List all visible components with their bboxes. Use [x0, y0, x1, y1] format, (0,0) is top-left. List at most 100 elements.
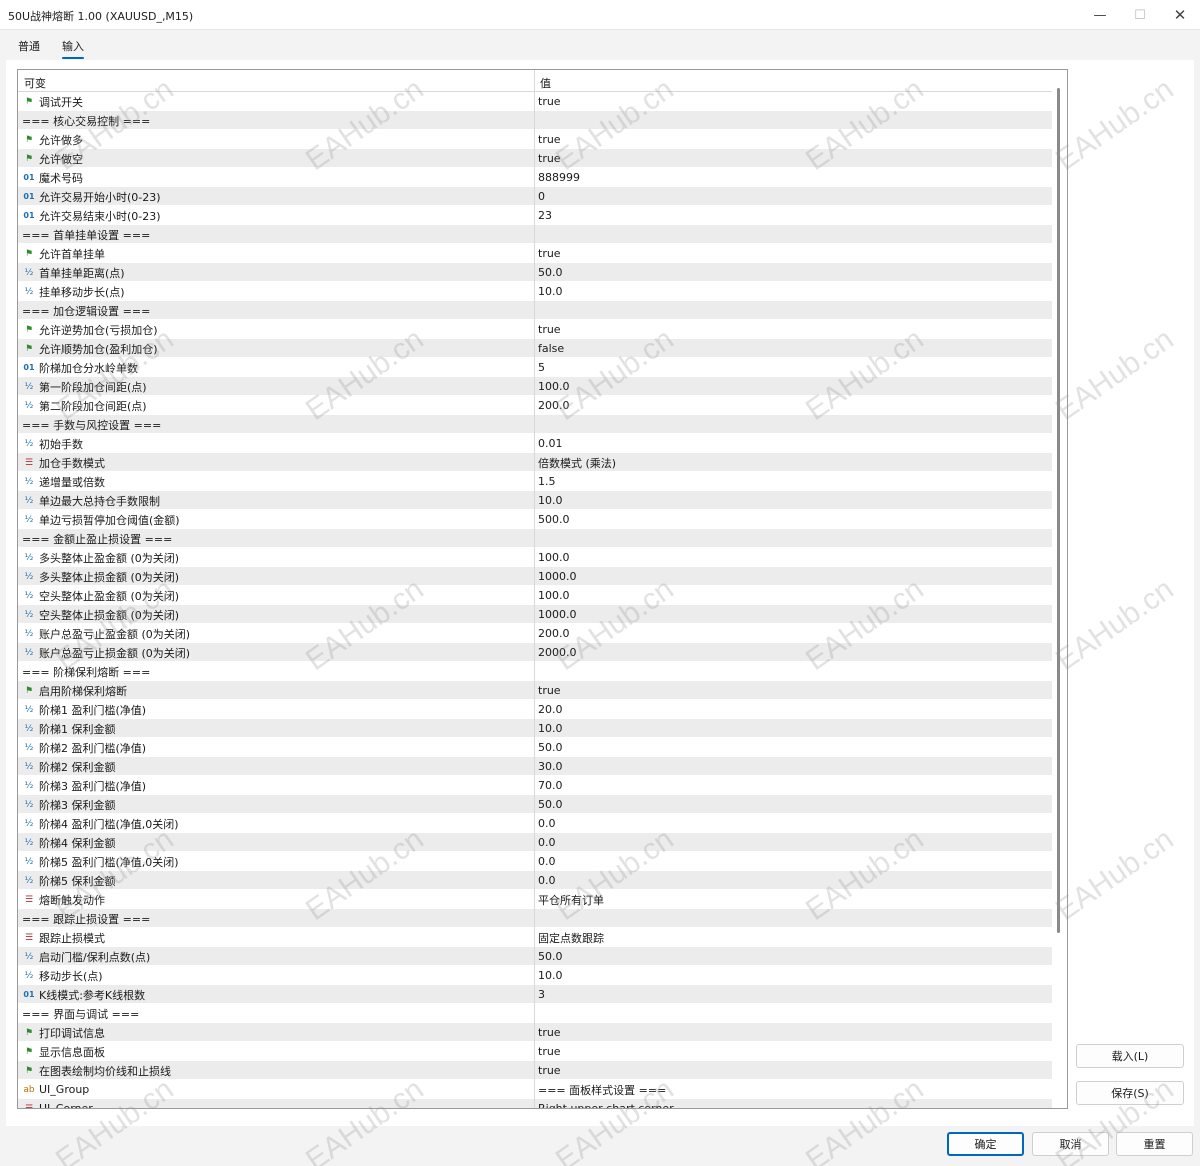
parameter-value[interactable]: true — [538, 681, 1052, 700]
parameter-value[interactable]: 0.0 — [538, 833, 1052, 852]
parameter-value[interactable]: true — [538, 1061, 1052, 1080]
parameter-row[interactable]: ½ 第二阶段加仓间距(点) 200.0 — [18, 396, 1052, 415]
parameter-value[interactable]: 固定点数跟踪 — [538, 928, 1052, 947]
parameter-value[interactable] — [538, 1004, 1052, 1023]
minimize-icon[interactable]: — — [1082, 0, 1118, 30]
parameter-value[interactable]: 0 — [538, 187, 1052, 206]
parameter-row[interactable]: ½ 挂单移动步长(点) 10.0 — [18, 282, 1052, 301]
header-value[interactable]: 值 — [540, 75, 551, 91]
parameter-row[interactable]: ½ 阶梯1 保利金额 10.0 — [18, 719, 1052, 738]
parameter-value[interactable] — [538, 301, 1052, 320]
parameter-value[interactable]: 888999 — [538, 168, 1052, 187]
parameter-row[interactable]: ⚑ 允许首单挂单 true — [18, 244, 1052, 263]
parameter-row[interactable]: ⚑ 允许顺势加仓(盈利加仓) false — [18, 339, 1052, 358]
header-variable[interactable]: 可变 — [24, 75, 46, 91]
group-separator-row[interactable]: === 阶梯保利熔断 === — [18, 662, 1052, 681]
parameter-value[interactable]: true — [538, 130, 1052, 149]
parameter-value[interactable]: 平仓所有订单 — [538, 890, 1052, 909]
parameter-row[interactable]: ½ 阶梯1 盈利门槛(净值) 20.0 — [18, 700, 1052, 719]
maximize-icon[interactable]: ☐ — [1122, 0, 1158, 30]
parameter-row[interactable]: ½ 账户总盈亏止盈金额 (0为关闭) 200.0 — [18, 624, 1052, 643]
ok-button[interactable]: 确定 — [947, 1132, 1024, 1156]
parameter-row[interactable]: ⚑ 启用阶梯保利熔断 true — [18, 681, 1052, 700]
parameter-row[interactable]: ½ 阶梯4 盈利门槛(净值,0关闭) 0.0 — [18, 814, 1052, 833]
parameter-value[interactable] — [538, 225, 1052, 244]
parameter-value[interactable] — [538, 111, 1052, 130]
parameter-value[interactable]: 1000.0 — [538, 567, 1052, 586]
parameter-row[interactable]: ½ 阶梯2 盈利门槛(净值) 50.0 — [18, 738, 1052, 757]
parameter-value[interactable] — [538, 415, 1052, 434]
parameter-value[interactable]: 20.0 — [538, 700, 1052, 719]
parameter-row[interactable]: ½ 单边亏损暂停加仓阈值(金额) 500.0 — [18, 510, 1052, 529]
parameter-value[interactable] — [538, 529, 1052, 548]
reset-button[interactable]: 重置 — [1116, 1132, 1193, 1156]
parameter-value[interactable]: 0.0 — [538, 871, 1052, 890]
parameter-value[interactable]: true — [538, 92, 1052, 111]
parameter-value[interactable]: 200.0 — [538, 396, 1052, 415]
tab-inputs[interactable]: 输入 — [62, 38, 84, 59]
parameter-row[interactable]: ½ 空头整体止盈金额 (0为关闭) 100.0 — [18, 586, 1052, 605]
parameter-value[interactable]: true — [538, 1042, 1052, 1061]
parameter-value[interactable]: 50.0 — [538, 795, 1052, 814]
parameter-value[interactable]: true — [538, 320, 1052, 339]
parameter-row[interactable]: ⚑ 调试开关 true — [18, 92, 1052, 111]
parameter-row[interactable]: ½ 多头整体止损金额 (0为关闭) 1000.0 — [18, 567, 1052, 586]
parameter-value[interactable]: 500.0 — [538, 510, 1052, 529]
parameter-value[interactable]: 70.0 — [538, 776, 1052, 795]
scrollbar-thumb[interactable] — [1057, 88, 1060, 933]
parameter-row[interactable]: ☰ 跟踪止损模式 固定点数跟踪 — [18, 928, 1052, 947]
group-separator-row[interactable]: === 手数与风控设置 === — [18, 415, 1052, 434]
tab-common[interactable]: 普通 — [18, 38, 40, 54]
group-separator-row[interactable]: === 跟踪止损设置 === — [18, 909, 1052, 928]
parameter-row[interactable]: ⚑ 允许做空 true — [18, 149, 1052, 168]
parameter-row[interactable]: ½ 账户总盈亏止损金额 (0为关闭) 2000.0 — [18, 643, 1052, 662]
group-separator-row[interactable]: === 界面与调试 === — [18, 1004, 1052, 1023]
group-separator-row[interactable]: === 核心交易控制 === — [18, 111, 1052, 130]
parameter-row[interactable]: ½ 空头整体止损金额 (0为关闭) 1000.0 — [18, 605, 1052, 624]
parameter-row[interactable]: 01 允许交易结束小时(0-23) 23 — [18, 206, 1052, 225]
parameter-value[interactable]: 50.0 — [538, 738, 1052, 757]
parameter-value[interactable]: Right upper chart corner — [538, 1099, 1052, 1108]
parameter-value[interactable]: 10.0 — [538, 966, 1052, 985]
parameter-value[interactable]: true — [538, 149, 1052, 168]
parameter-value[interactable]: 倍数模式 (乘法) — [538, 453, 1052, 472]
group-separator-row[interactable]: === 首单挂单设置 === — [18, 225, 1052, 244]
parameter-value[interactable]: 50.0 — [538, 263, 1052, 282]
parameter-value[interactable]: 10.0 — [538, 719, 1052, 738]
parameter-row[interactable]: ½ 多头整体止盈金额 (0为关闭) 100.0 — [18, 548, 1052, 567]
parameter-value[interactable]: 100.0 — [538, 548, 1052, 567]
parameter-value[interactable]: true — [538, 244, 1052, 263]
parameter-value[interactable]: 0.0 — [538, 814, 1052, 833]
parameter-value[interactable]: false — [538, 339, 1052, 358]
parameter-value[interactable]: 0.0 — [538, 852, 1052, 871]
parameter-row[interactable]: ½ 启动门槛/保利点数(点) 50.0 — [18, 947, 1052, 966]
parameter-value[interactable]: 30.0 — [538, 757, 1052, 776]
parameter-value[interactable]: === 面板样式设置 === — [538, 1080, 1052, 1099]
save-button[interactable]: 保存(S) — [1076, 1081, 1184, 1105]
group-separator-row[interactable]: === 金额止盈止损设置 === — [18, 529, 1052, 548]
parameter-row[interactable]: ☰ 熔断触发动作 平仓所有订单 — [18, 890, 1052, 909]
parameter-row[interactable]: ab UI_Group === 面板样式设置 === — [18, 1080, 1052, 1099]
parameter-row[interactable]: ⚑ 打印调试信息 true — [18, 1023, 1052, 1042]
parameter-value[interactable]: 10.0 — [538, 282, 1052, 301]
parameter-value[interactable] — [538, 662, 1052, 681]
parameter-value[interactable]: 200.0 — [538, 624, 1052, 643]
parameter-row[interactable]: ½ 阶梯5 盈利门槛(净值,0关闭) 0.0 — [18, 852, 1052, 871]
parameter-row[interactable]: ½ 阶梯4 保利金额 0.0 — [18, 833, 1052, 852]
parameter-value[interactable]: 3 — [538, 985, 1052, 1004]
parameter-row[interactable]: ½ 初始手数 0.01 — [18, 434, 1052, 453]
parameter-row[interactable]: ⚑ 允许逆势加仓(亏损加仓) true — [18, 320, 1052, 339]
parameter-row[interactable]: ½ 阶梯2 保利金额 30.0 — [18, 757, 1052, 776]
parameter-value[interactable] — [538, 909, 1052, 928]
parameter-row[interactable]: ½ 首单挂单距离(点) 50.0 — [18, 263, 1052, 282]
close-icon[interactable]: ✕ — [1162, 0, 1198, 30]
header-divider[interactable] — [534, 70, 535, 92]
parameter-row[interactable]: 01 阶梯加仓分水岭单数 5 — [18, 358, 1052, 377]
parameter-row[interactable]: ☰ 加仓手数模式 倍数模式 (乘法) — [18, 453, 1052, 472]
parameter-row[interactable]: ⚑ 显示信息面板 true — [18, 1042, 1052, 1061]
parameter-value[interactable]: true — [538, 1023, 1052, 1042]
parameter-row[interactable]: 01 K线模式:参考K线根数 3 — [18, 985, 1052, 1004]
parameter-value[interactable]: 100.0 — [538, 586, 1052, 605]
parameter-value[interactable]: 23 — [538, 206, 1052, 225]
load-button[interactable]: 载入(L) — [1076, 1044, 1184, 1068]
